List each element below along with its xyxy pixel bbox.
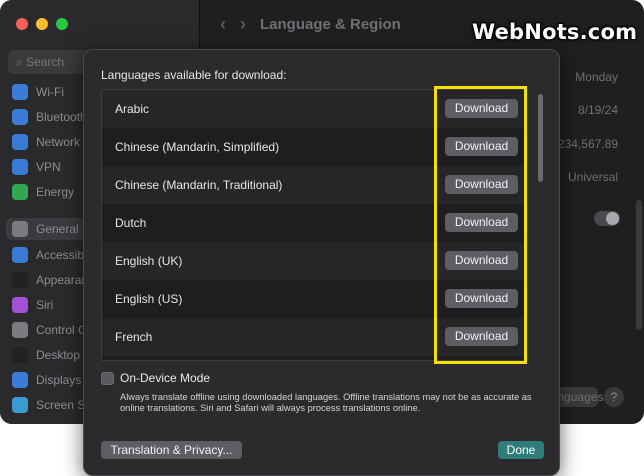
vpn-icon bbox=[12, 159, 28, 175]
scrollbar[interactable] bbox=[636, 200, 642, 330]
bluetooth-icon bbox=[12, 109, 28, 125]
search-icon: ⌕ bbox=[16, 55, 23, 69]
sidebar-item-label: VPN bbox=[36, 160, 61, 174]
minimize-window-icon[interactable] bbox=[36, 18, 48, 30]
sidebar-item-label: Bluetooth bbox=[36, 110, 87, 124]
forward-icon[interactable]: › bbox=[240, 14, 246, 35]
sidebar-item-network[interactable]: Network bbox=[12, 131, 80, 153]
sidebar-item-label: Siri bbox=[36, 298, 54, 312]
sidebar-item-label: Network bbox=[36, 135, 81, 149]
download-button[interactable]: Download bbox=[445, 327, 518, 346]
first-day-value[interactable]: Monday bbox=[575, 70, 618, 84]
page-title: Language & Region bbox=[260, 15, 401, 33]
download-button[interactable]: Download bbox=[445, 99, 518, 118]
download-button[interactable]: Download bbox=[445, 289, 518, 308]
sidebar-item-label: General bbox=[36, 222, 79, 236]
collation-value[interactable]: Universal bbox=[568, 170, 618, 184]
sidebar-item-siri[interactable]: Siri bbox=[12, 294, 53, 316]
download-button[interactable]: Download bbox=[445, 251, 518, 270]
list-item: Dutch Download bbox=[102, 204, 527, 242]
download-button[interactable]: Download bbox=[445, 175, 518, 194]
language-name: French bbox=[115, 330, 153, 344]
close-window-icon[interactable] bbox=[16, 18, 28, 30]
on-device-description: Always translate offline using downloade… bbox=[120, 392, 532, 413]
sidebar-item-label: Wi-Fi bbox=[36, 85, 64, 99]
desktop-icon bbox=[12, 347, 28, 363]
date-format-value[interactable]: 8/19/24 bbox=[578, 103, 618, 117]
displays-icon bbox=[12, 372, 28, 388]
languages-list: Arabic Download Chinese (Mandarin, Simpl… bbox=[101, 89, 528, 361]
list-item: English (UK) Download bbox=[102, 242, 527, 280]
list-item: Chinese (Mandarin, Traditional) Download bbox=[102, 166, 527, 204]
download-button[interactable]: Download bbox=[445, 137, 518, 156]
sidebar-item-label: Energy bbox=[36, 185, 75, 199]
language-name: Chinese (Mandarin, Traditional) bbox=[115, 178, 283, 192]
sidebar-item-bluetooth[interactable]: Bluetooth bbox=[12, 106, 87, 128]
list-item: French Download bbox=[102, 318, 527, 356]
sidebar-item-energy[interactable]: Energy bbox=[12, 181, 74, 203]
sidebar-item-vpn[interactable]: VPN bbox=[12, 156, 61, 178]
control-centre-icon bbox=[12, 322, 28, 338]
back-icon[interactable]: ‹ bbox=[220, 14, 226, 35]
language-name: Arabic bbox=[115, 102, 150, 116]
live-text-toggle[interactable] bbox=[594, 211, 620, 226]
sidebar-item-label: Displays bbox=[36, 373, 82, 387]
language-name: English (US) bbox=[115, 292, 183, 306]
sidebar-item-wifi[interactable]: Wi-Fi bbox=[12, 81, 64, 103]
language-name: Dutch bbox=[115, 216, 147, 230]
translation-languages-sheet: Languages available for download: Arabic… bbox=[83, 49, 560, 476]
list-item: Arabic Download bbox=[102, 90, 527, 128]
done-button[interactable]: Done bbox=[498, 441, 544, 459]
help-button[interactable]: ? bbox=[604, 387, 624, 407]
siri-icon bbox=[12, 297, 28, 313]
sheet-title: Languages available for download: bbox=[101, 68, 287, 82]
wifi-icon bbox=[12, 84, 28, 100]
search-placeholder: Search bbox=[26, 55, 65, 69]
list-item: Chinese (Mandarin, Simplified) Download bbox=[102, 128, 527, 166]
translation-privacy-button[interactable]: Translation & Privacy... bbox=[101, 441, 242, 459]
sidebar-item-displays[interactable]: Displays bbox=[12, 369, 81, 391]
download-button[interactable]: Download bbox=[445, 213, 518, 232]
appearance-icon bbox=[12, 272, 28, 288]
list-scrollbar[interactable] bbox=[538, 94, 543, 182]
gear-icon bbox=[12, 221, 28, 237]
watermark-logo: WebNots.com bbox=[472, 20, 638, 44]
language-name: Chinese (Mandarin, Simplified) bbox=[115, 140, 280, 154]
zoom-window-icon[interactable] bbox=[56, 18, 68, 30]
accessibility-icon bbox=[12, 247, 28, 263]
energy-icon bbox=[12, 184, 28, 200]
language-name: English (UK) bbox=[115, 254, 183, 268]
on-device-mode-option[interactable]: On-Device Mode bbox=[101, 371, 210, 385]
on-device-label: On-Device Mode bbox=[120, 371, 211, 385]
on-device-checkbox[interactable] bbox=[101, 371, 114, 385]
screen-saver-icon bbox=[12, 397, 28, 413]
network-icon bbox=[12, 134, 28, 150]
list-item: English (US) Download bbox=[102, 280, 527, 318]
